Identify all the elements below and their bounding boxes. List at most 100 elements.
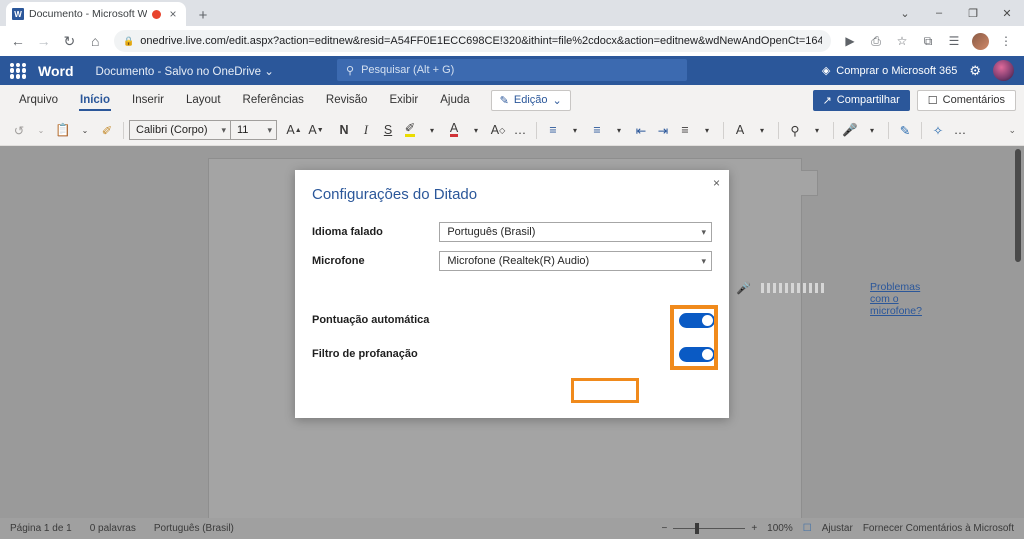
browser-menu-icon[interactable]: ⋮ [994, 29, 1018, 53]
address-bar[interactable]: 🔒 onedrive.live.com/edit.aspx?action=edi… [114, 30, 832, 52]
dictate-microphone-icon[interactable]: 🎤 [839, 118, 861, 142]
browser-tab[interactable]: W Documento - Microsoft Wor × [6, 2, 186, 26]
italic-button[interactable]: I [355, 118, 377, 142]
align-chevron-down-icon[interactable]: ▾ [696, 118, 718, 142]
fit-page-icon[interactable]: ☐ [803, 523, 812, 534]
tab-close-icon[interactable]: × [166, 8, 180, 20]
designer-icon[interactable]: ✧ [927, 118, 949, 142]
share-button[interactable]: ↗ Compartilhar [812, 89, 910, 111]
numbered-list-chevron-down-icon[interactable]: ▾ [608, 118, 630, 142]
profanity-filter-label: Filtro de profanação [312, 348, 418, 360]
comments-button[interactable]: ☐ Comentários [916, 89, 1016, 111]
toolbar-divider [833, 121, 834, 139]
new-tab-button[interactable]: + [194, 8, 212, 23]
increase-indent-icon[interactable]: ⇥ [652, 118, 674, 142]
zoom-in-icon[interactable]: + [751, 523, 757, 534]
highlight-color-icon[interactable]: ✐ [399, 118, 421, 142]
font-color-icon[interactable]: A [443, 118, 465, 142]
microphone-help-link[interactable]: Problemas com o microfone? [870, 281, 922, 317]
tab-inicio[interactable]: Início [69, 85, 121, 115]
search-icon: ⚲ [346, 64, 355, 77]
edit-mode-button[interactable]: ✎ Edição ⌄ [490, 89, 571, 111]
media-list-icon[interactable]: ☰ [942, 29, 966, 53]
undo-chevron-down-icon[interactable]: ⌄ [30, 118, 52, 142]
editor-icon[interactable]: ✎ [894, 118, 916, 142]
tab-arquivo[interactable]: Arquivo [8, 85, 69, 115]
zoom-thumb[interactable] [695, 523, 700, 534]
feedback-link[interactable]: Fornecer Comentários à Microsoft [863, 523, 1014, 534]
zoom-slider[interactable]: − + [661, 523, 757, 534]
minimize-button[interactable]: – [922, 0, 956, 26]
tab-referencias[interactable]: Referências [232, 85, 315, 115]
collections-icon[interactable]: ⎙ [864, 29, 888, 53]
chevron-down-icon[interactable]: ⌄ [264, 66, 274, 78]
favorite-star-icon[interactable]: ☆ [890, 29, 914, 53]
font-overflow-icon[interactable]: … [509, 118, 531, 142]
paste-icon[interactable]: 📋 [52, 118, 74, 142]
shrink-font-icon[interactable]: A ▼ [305, 118, 327, 142]
font-size-select[interactable]: 11 ▾ [231, 120, 277, 140]
font-family-select[interactable]: Calibri (Corpo) ▾ [129, 120, 231, 140]
tab-layout[interactable]: Layout [175, 85, 232, 115]
spoken-language-select[interactable]: Português (Brasil) ▾ [439, 222, 712, 242]
tab-ajuda[interactable]: Ajuda [429, 85, 480, 115]
status-bar: Página 1 de 1 0 palavras Português (Bras… [0, 518, 1024, 539]
styles-chevron-down-icon[interactable]: ▾ [751, 118, 773, 142]
font-color-chevron-down-icon[interactable]: ▾ [465, 118, 487, 142]
close-window-button[interactable]: ✕ [990, 0, 1024, 26]
bold-button[interactable]: N [333, 118, 355, 142]
microphone-select[interactable]: Microfone (Realtek(R) Audio) ▾ [439, 251, 712, 271]
share-label: Compartilhar [836, 94, 900, 106]
maximize-button[interactable]: ❐ [956, 0, 990, 26]
highlight-chevron-down-icon[interactable]: ▾ [421, 118, 443, 142]
zoom-out-icon[interactable]: − [661, 523, 667, 534]
align-icon[interactable]: ≡ [674, 118, 696, 142]
find-search-icon[interactable]: ⚲ [784, 118, 806, 142]
format-painter-icon[interactable]: ✐ [96, 118, 118, 142]
word-count[interactable]: 0 palavras [90, 523, 136, 534]
paste-chevron-down-icon[interactable]: ⌄ [74, 118, 96, 142]
fit-label[interactable]: Ajustar [822, 523, 853, 534]
decrease-indent-icon[interactable]: ⇤ [630, 118, 652, 142]
font-family-value: Calibri (Corpo) [136, 124, 208, 136]
page-count[interactable]: Página 1 de 1 [10, 523, 72, 534]
zoom-level[interactable]: 100% [767, 523, 793, 534]
app-launcher-icon[interactable] [10, 62, 26, 79]
tab-revisao[interactable]: Revisão [315, 85, 379, 115]
tab-inserir[interactable]: Inserir [121, 85, 175, 115]
extensions-puzzle-icon[interactable]: ⧉ [916, 29, 940, 53]
tab-exibir[interactable]: Exibir [378, 85, 429, 115]
document-language[interactable]: Português (Brasil) [154, 523, 234, 534]
video-camera-icon[interactable]: ▶ [838, 29, 862, 53]
clear-formatting-icon[interactable]: A ◇ [487, 118, 509, 142]
home-icon[interactable]: ⌂ [83, 28, 107, 54]
profile-avatar[interactable] [968, 29, 992, 53]
settings-gear-icon[interactable]: ⚙ [969, 63, 981, 79]
bullet-list-icon[interactable]: ≡ [542, 118, 564, 142]
document-title[interactable]: Documento - Salvo no OneDrive ⌄ [96, 64, 274, 78]
tab-search-icon[interactable]: ⌄ [888, 0, 922, 26]
dialog-close-icon[interactable]: × [713, 177, 720, 189]
back-icon[interactable]: ← [6, 28, 30, 54]
user-avatar[interactable] [993, 60, 1014, 81]
undo-icon[interactable]: ↺ [8, 118, 30, 142]
dictate-chevron-down-icon[interactable]: ▾ [861, 118, 883, 142]
bullet-list-chevron-down-icon[interactable]: ▾ [564, 118, 586, 142]
search-input[interactable]: ⚲ Pesquisar (Alt + G) [337, 59, 687, 81]
page-side-tab[interactable] [801, 170, 818, 196]
grow-font-icon[interactable]: A ▲ [283, 118, 305, 142]
meter-bars [760, 283, 824, 293]
buy-microsoft-365-button[interactable]: ◈ Comprar o Microsoft 365 [822, 64, 958, 78]
zoom-track[interactable] [673, 523, 746, 534]
toolbar-overflow-icon[interactable]: … [949, 118, 971, 142]
styles-icon[interactable]: A [729, 118, 751, 142]
word-header-actions: ◈ Comprar o Microsoft 365 ⚙ [822, 56, 1014, 85]
scrollbar-thumb[interactable] [1015, 149, 1021, 262]
find-chevron-down-icon[interactable]: ▾ [806, 118, 828, 142]
numbered-list-icon[interactable]: ≡ [586, 118, 608, 142]
forward-icon[interactable]: → [32, 28, 56, 54]
vertical-scrollbar[interactable] [1014, 146, 1023, 518]
reload-icon[interactable]: ↻ [58, 28, 82, 54]
ribbon-collapse-icon[interactable]: ⌄ [1008, 115, 1016, 146]
underline-button[interactable]: S [377, 118, 399, 142]
